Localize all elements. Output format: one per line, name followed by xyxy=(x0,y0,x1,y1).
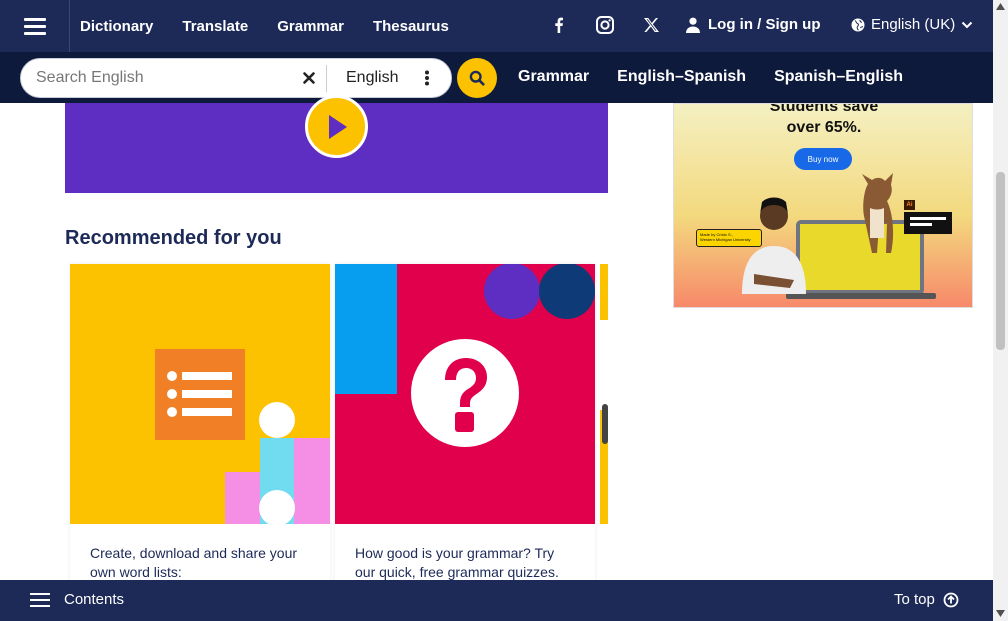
dictionary-selector[interactable]: English xyxy=(346,69,398,87)
ad-app-badge: Ai xyxy=(906,202,913,208)
word-lists-illustration xyxy=(70,264,330,524)
social-links xyxy=(548,14,662,36)
nav-translate[interactable]: Translate xyxy=(182,18,248,35)
to-top-button[interactable]: To top xyxy=(894,591,959,608)
ad-illustration xyxy=(742,173,952,299)
hamburger-icon xyxy=(23,18,46,35)
search-input[interactable] xyxy=(36,69,291,87)
login-link[interactable]: Log in / Sign up xyxy=(686,16,820,33)
divider xyxy=(326,65,327,92)
scroll-up-icon[interactable] xyxy=(996,3,1005,10)
recommended-title: Recommended for you xyxy=(65,227,282,249)
recommended-card-grammar-quiz[interactable]: How good is your grammar? Try our quick,… xyxy=(335,264,595,604)
link-english-spanish[interactable]: English–Spanish xyxy=(617,68,746,86)
nav-dictionary[interactable]: Dictionary xyxy=(80,18,153,35)
ad-credit-tag: Made by Cristo S., Western Michigan Univ… xyxy=(696,229,762,247)
x-icon[interactable] xyxy=(640,14,662,36)
menu-button[interactable] xyxy=(0,0,70,52)
play-icon xyxy=(328,114,347,139)
contents-label: Contents xyxy=(64,591,125,608)
instagram-icon[interactable] xyxy=(594,14,616,36)
link-grammar[interactable]: Grammar xyxy=(518,68,589,86)
search-bar: English Grammar English–Spanish Spanish–… xyxy=(0,52,993,103)
primary-nav: Dictionary Translate Grammar Thesaurus xyxy=(80,18,478,35)
facebook-icon[interactable] xyxy=(548,14,570,36)
page: Dictionary Translate Grammar Thesaurus L… xyxy=(0,0,1008,621)
grammar-quiz-illustration xyxy=(335,264,595,524)
nav-grammar[interactable]: Grammar xyxy=(277,18,344,35)
user-icon xyxy=(686,17,700,33)
to-top-label: To top xyxy=(894,591,935,608)
bottom-bar: Contents To top xyxy=(0,580,993,621)
scroll-thumb[interactable] xyxy=(996,172,1005,350)
recommended-card-word-lists[interactable]: Create, download and share your own word… xyxy=(70,264,330,604)
scrollbar[interactable] xyxy=(993,0,1008,621)
search-button[interactable] xyxy=(457,58,497,98)
globe-icon xyxy=(851,18,865,31)
nav-thesaurus[interactable]: Thesaurus xyxy=(373,18,449,35)
login-label: Log in / Sign up xyxy=(708,16,821,33)
search-icon xyxy=(469,70,485,86)
chevron-down-icon xyxy=(961,21,973,28)
recommended-card-partial[interactable] xyxy=(600,264,608,524)
more-options-icon[interactable] xyxy=(424,70,430,91)
play-button[interactable] xyxy=(305,95,368,158)
hamburger-icon xyxy=(30,592,50,607)
arrow-up-circle-icon xyxy=(943,592,959,607)
link-spanish-english[interactable]: Spanish–English xyxy=(774,68,903,86)
language-selector[interactable]: English (UK) xyxy=(851,16,973,33)
language-label: English (UK) xyxy=(871,16,956,33)
scroll-down-icon[interactable] xyxy=(996,610,1005,617)
clear-icon[interactable] xyxy=(302,71,316,90)
advertisement[interactable]: Students save over 65%. Buy now Made by … xyxy=(673,103,973,308)
search-links: Grammar English–Spanish Spanish–English xyxy=(518,68,903,86)
ad-credit-line-2: Western Michigan University xyxy=(700,237,751,242)
contents-button[interactable]: Contents xyxy=(30,591,124,608)
search-box: English xyxy=(20,58,452,98)
top-nav: Dictionary Translate Grammar Thesaurus L… xyxy=(0,0,993,52)
